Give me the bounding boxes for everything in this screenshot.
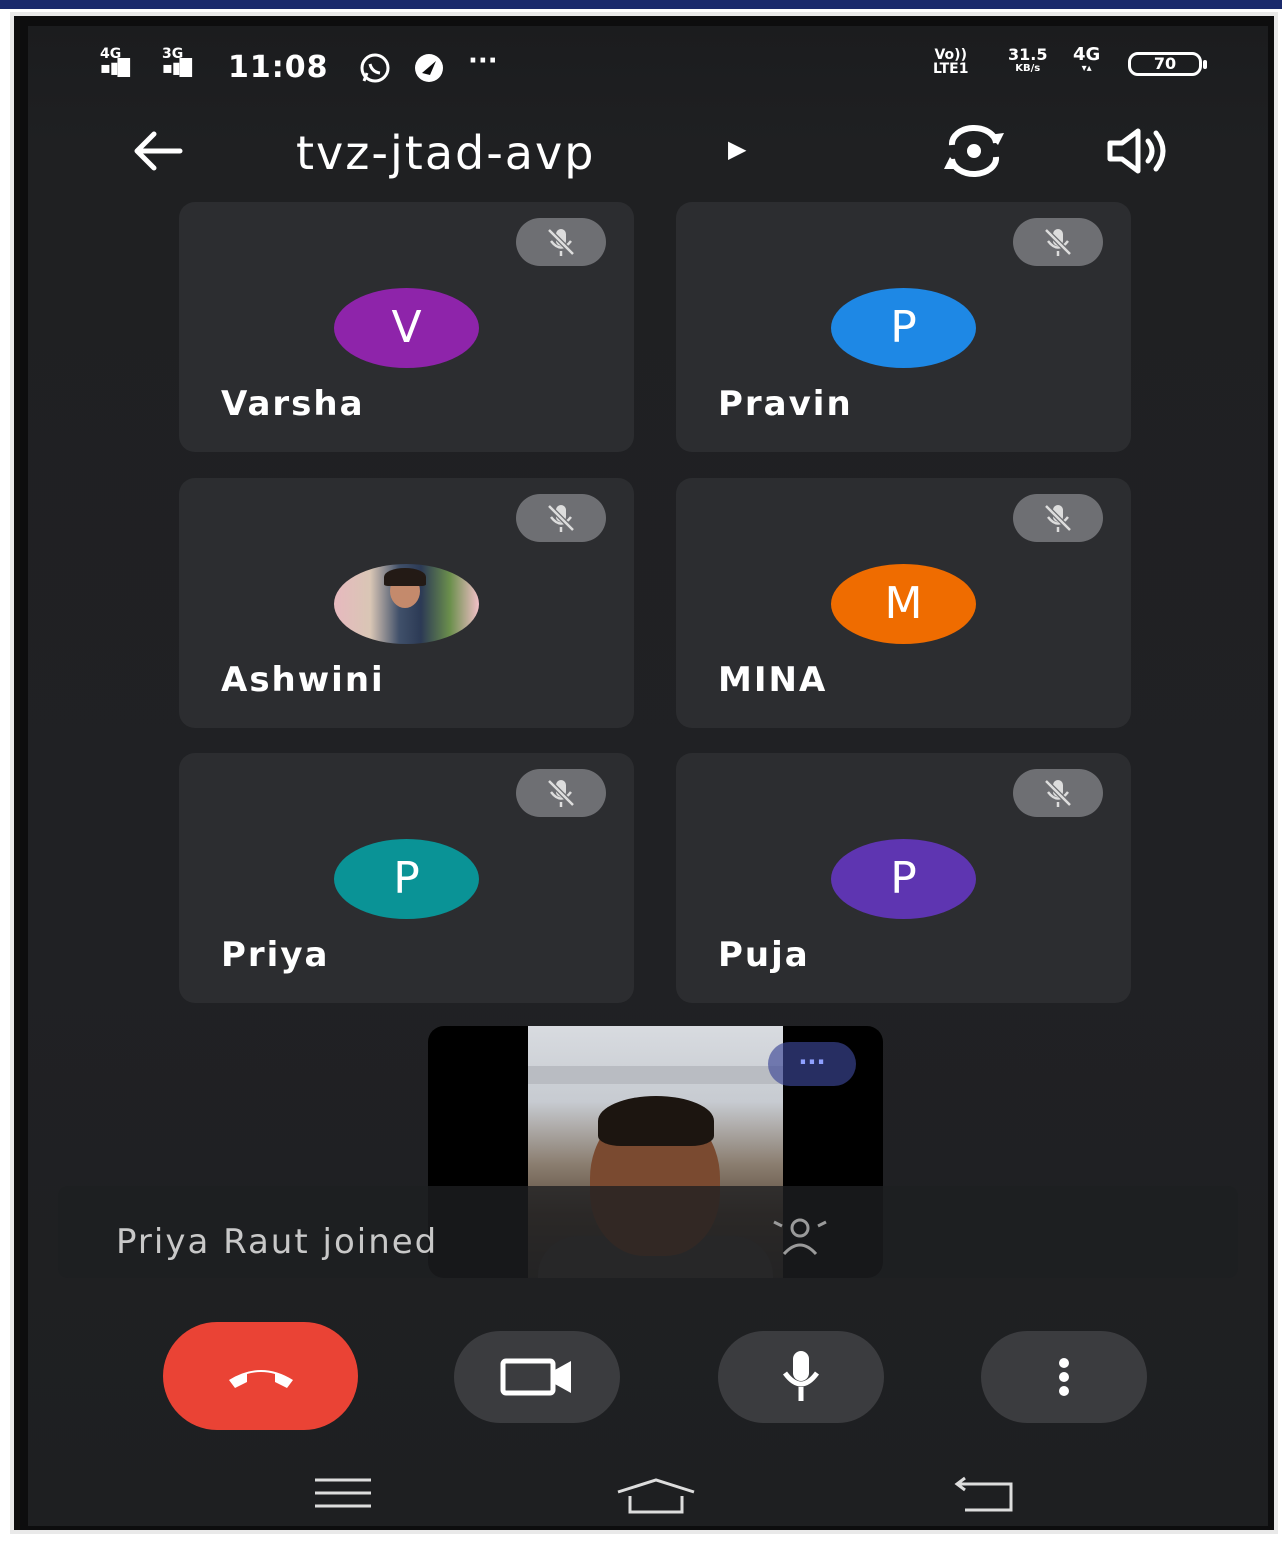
avatar-photo (334, 564, 479, 644)
navigation-icon (412, 51, 446, 92)
participant-tile-pravin[interactable]: P Pravin (676, 202, 1131, 452)
meeting-screen: 4G ▪▮█ 3G ▪▮█ 11:08 ··· Vo)) LTE1 31.5 K… (28, 26, 1268, 1526)
video-camera-icon (500, 1358, 571, 1396)
mic-off-icon (1013, 218, 1103, 266)
battery-icon: 70 (1128, 52, 1207, 76)
more-notifications-icon: ··· (468, 46, 498, 76)
back-arrow-icon[interactable] (128, 121, 188, 194)
menu-nav-icon[interactable] (313, 1476, 373, 1514)
participant-name: Ashwini (221, 660, 385, 700)
sim1-signal-icon: 4G ▪▮█ (100, 46, 130, 77)
mic-off-icon (1013, 494, 1103, 542)
join-notification-text: Priya Raut joined (116, 1222, 439, 1262)
avatar: P (831, 288, 976, 368)
avatar: P (334, 839, 479, 919)
switch-camera-icon[interactable] (936, 123, 1012, 179)
network-type: 4G ▾▴ (1073, 44, 1101, 75)
home-nav-icon[interactable] (614, 1476, 698, 1520)
participant-tile-priya[interactable]: P Priya (179, 753, 634, 1003)
phone-frame: 4G ▪▮█ 3G ▪▮█ 11:08 ··· Vo)) LTE1 31.5 K… (10, 12, 1278, 1534)
mic-off-icon (516, 218, 606, 266)
participant-tile-varsha[interactable]: V Varsha (179, 202, 634, 452)
mic-off-icon (516, 494, 606, 542)
participant-name: Pravin (718, 384, 853, 424)
status-bar: 4G ▪▮█ 3G ▪▮█ 11:08 ··· Vo)) LTE1 31.5 K… (28, 26, 1268, 96)
people-icon[interactable] (768, 1216, 832, 1265)
volte-bottom: LTE1 (933, 61, 969, 77)
speaker-icon[interactable] (1104, 123, 1174, 179)
sim2-signal-icon: 3G ▪▮█ (162, 46, 192, 77)
speed-unit: KB/s (1015, 63, 1041, 74)
net-type-label: 4G (1073, 44, 1101, 65)
avatar: V (334, 288, 479, 368)
volte-indicator: Vo)) LTE1 (933, 48, 968, 76)
meeting-code[interactable]: tvz-jtad-avp (296, 123, 595, 183)
participant-name: Priya (221, 935, 330, 975)
back-nav-icon[interactable] (953, 1476, 1017, 1520)
top-frame-band (0, 0, 1282, 9)
phone-hangup-icon (228, 1370, 293, 1388)
participant-tile-mina[interactable]: M MINA (676, 478, 1131, 728)
network-speed: 31.5 KB/s (1008, 45, 1048, 76)
avatar: M (831, 564, 976, 644)
microphone-toggle-button[interactable] (718, 1331, 884, 1423)
avatar: P (831, 839, 976, 919)
participant-tile-puja[interactable]: P Puja (676, 753, 1131, 1003)
volte-top: Vo)) (934, 47, 967, 63)
participant-tile-ashwini[interactable]: Ashwini (179, 478, 634, 728)
speed-value: 31.5 (1008, 45, 1048, 64)
mic-off-icon (516, 769, 606, 817)
participant-name: MINA (718, 660, 828, 700)
microphone-icon (782, 1351, 820, 1401)
more-options-button[interactable] (981, 1331, 1147, 1423)
whatsapp-icon (358, 51, 392, 92)
mic-off-icon (1013, 769, 1103, 817)
participant-name: Puja (718, 935, 810, 975)
more-vertical-icon (1059, 1358, 1069, 1396)
status-time: 11:08 (228, 50, 329, 85)
camera-toggle-button[interactable] (454, 1331, 620, 1423)
participant-name: Varsha (221, 384, 365, 424)
app-bar: tvz-jtad-avp ▶ (28, 121, 1268, 191)
meeting-details-arrow-icon[interactable]: ▶ (728, 135, 746, 163)
end-call-button[interactable] (163, 1322, 358, 1430)
self-view-more-button[interactable]: ··· (768, 1042, 856, 1086)
